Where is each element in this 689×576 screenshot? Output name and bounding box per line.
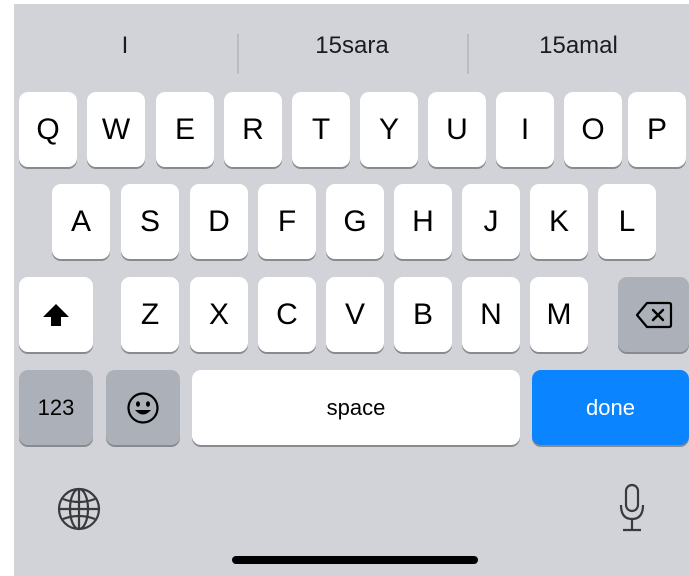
suggestion-item[interactable]: 15sara [238, 18, 466, 74]
space-key[interactable]: space [192, 370, 520, 445]
key-y[interactable]: Y [360, 92, 418, 167]
key-u[interactable]: U [428, 92, 486, 167]
key-h[interactable]: H [394, 184, 452, 259]
key-q[interactable]: Q [19, 92, 77, 167]
key-k[interactable]: K [530, 184, 588, 259]
shift-arrow-up-icon [41, 302, 71, 328]
key-v[interactable]: V [326, 277, 384, 352]
key-n[interactable]: N [462, 277, 520, 352]
key-s[interactable]: S [121, 184, 179, 259]
shift-key[interactable] [19, 277, 93, 352]
key-i[interactable]: I [496, 92, 554, 167]
home-indicator [232, 556, 478, 564]
emoji-key[interactable] [106, 370, 180, 445]
key-b[interactable]: B [394, 277, 452, 352]
globe-icon[interactable] [56, 486, 102, 537]
key-c[interactable]: C [258, 277, 316, 352]
key-m[interactable]: M [530, 277, 588, 352]
done-button[interactable]: done [532, 370, 689, 445]
suggestion-item[interactable]: 15amal [468, 18, 689, 74]
key-t[interactable]: T [292, 92, 350, 167]
backspace-key[interactable] [618, 277, 689, 352]
key-r[interactable]: R [224, 92, 282, 167]
suggestion-bar: I 15sara 15amal [14, 18, 689, 74]
key-a[interactable]: A [52, 184, 110, 259]
key-w[interactable]: W [87, 92, 145, 167]
key-j[interactable]: J [462, 184, 520, 259]
key-d[interactable]: D [190, 184, 248, 259]
numbers-key[interactable]: 123 [19, 370, 93, 445]
key-x[interactable]: X [190, 277, 248, 352]
key-g[interactable]: G [326, 184, 384, 259]
key-z[interactable]: Z [121, 277, 179, 352]
backspace-icon [635, 301, 673, 329]
key-e[interactable]: E [156, 92, 214, 167]
keyboard: I 15sara 15amal Q W E R T Y U I O P A S … [14, 4, 689, 576]
microphone-icon[interactable] [618, 483, 646, 540]
key-p[interactable]: P [628, 92, 686, 167]
emoji-face-icon [126, 391, 160, 425]
key-l[interactable]: L [598, 184, 656, 259]
key-f[interactable]: F [258, 184, 316, 259]
suggestion-item[interactable]: I [14, 18, 236, 74]
key-o[interactable]: O [564, 92, 622, 167]
